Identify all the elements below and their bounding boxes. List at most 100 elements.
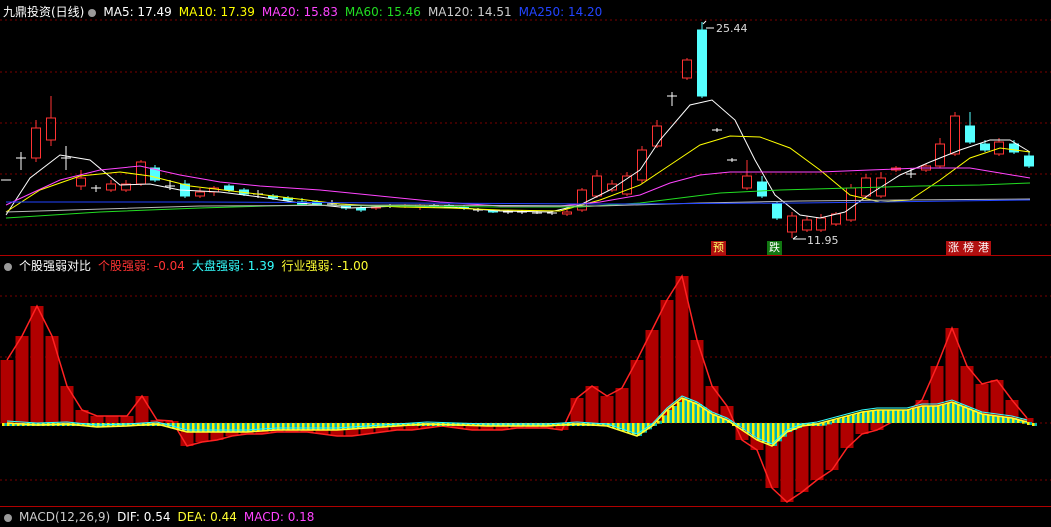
- market-strength-stripe: [884, 410, 887, 423]
- industry-strength-stripe: [997, 416, 1000, 423]
- industry-strength-stripe: [947, 403, 950, 423]
- market-strength-stripe: [879, 410, 882, 423]
- industry-strength-stripe: [227, 423, 230, 432]
- settings-dot-icon[interactable]: [88, 9, 97, 17]
- high-marker-arrow: [702, 20, 707, 25]
- market-strength-stripe: [329, 423, 332, 430]
- industry-strength-stripe: [912, 408, 915, 423]
- industry-strength-stripe: [892, 410, 895, 423]
- candle-body: [224, 185, 234, 191]
- market-strength-stripe: [674, 406, 677, 423]
- strength-legend: 个股强弱: -0.04 大盘强弱: 1.39 行业强弱: -1.00: [98, 259, 375, 273]
- industry-strength-stripe: [897, 410, 900, 423]
- market-strength-stripe: [299, 423, 302, 430]
- market-strength-stripe: [944, 404, 947, 423]
- market-strength-stripe: [194, 423, 197, 432]
- ma-legend-item-5: MA250: 14.20: [518, 5, 603, 19]
- industry-strength-stripe: [237, 423, 240, 432]
- market-strength-stripe: [244, 423, 247, 432]
- industry-strength-stripe: [247, 423, 250, 432]
- candle-body: [757, 181, 767, 197]
- industry-strength-stripe: [272, 423, 275, 431]
- candle-body: [772, 203, 782, 219]
- strength-bar: [570, 398, 584, 423]
- industry-strength-stripe: [962, 406, 965, 423]
- ma-legend-item-3: MA60: 15.46: [344, 5, 421, 19]
- market-strength-stripe: [189, 423, 192, 432]
- industry-strength-stripe: [697, 404, 700, 423]
- market-strength-stripe: [934, 406, 937, 423]
- market-strength-stripe: [319, 423, 322, 430]
- settings-dot-icon[interactable]: [4, 514, 12, 522]
- industry-strength-stripe: [967, 408, 970, 423]
- industry-strength-stripe: [307, 423, 310, 430]
- high-price-label: 25.44: [716, 22, 748, 35]
- strength-legend-item-0: 个股强弱: -0.04: [98, 259, 185, 273]
- industry-strength-stripe: [667, 410, 670, 423]
- market-strength-stripe: [199, 423, 202, 432]
- strength-bar: [30, 306, 44, 423]
- market-strength-stripe: [854, 414, 857, 423]
- market-strength-stripe: [219, 423, 222, 432]
- market-strength-stripe: [829, 421, 832, 425]
- strength-bar: [810, 423, 824, 480]
- market-strength-stripe: [289, 423, 292, 430]
- industry-strength-stripe: [347, 423, 350, 430]
- candle-body: [682, 59, 692, 79]
- industry-strength-stripe: [957, 404, 960, 423]
- strength-panel-header: 个股强弱对比 个股强弱: -0.04 大盘强弱: 1.39 行业强弱: -1.00: [0, 256, 382, 276]
- industry-strength-stripe: [252, 423, 255, 432]
- macd-legend: DIF: 0.54 DEA: 0.44 MACD: 0.18: [117, 510, 321, 524]
- candle-body: [76, 177, 86, 187]
- market-strength-stripe: [824, 422, 827, 426]
- industry-strength-stripe: [937, 406, 940, 423]
- industry-strength-stripe: [922, 406, 925, 423]
- industry-strength-stripe: [282, 423, 285, 430]
- industry-strength-stripe: [907, 410, 910, 423]
- industry-strength-stripe: [767, 423, 770, 444]
- strength-bar: [120, 416, 134, 423]
- industry-strength-stripe: [332, 423, 335, 430]
- stock-strength-line: [6, 274, 1028, 503]
- candle-body: [106, 183, 116, 191]
- market-strength-stripe: [924, 406, 927, 423]
- candle-body: [980, 143, 990, 151]
- market-strength-stripe: [929, 406, 932, 423]
- settings-dot-icon[interactable]: [4, 263, 12, 271]
- market-strength-stripe: [694, 402, 697, 423]
- industry-strength-stripe: [662, 415, 665, 423]
- industry-strength-stripe: [677, 402, 680, 423]
- market-strength-stripe: [1034, 423, 1037, 426]
- strength-bar: [105, 416, 119, 423]
- candle-body: [831, 213, 841, 225]
- market-strength-stripe: [204, 423, 207, 432]
- signal-tag-0: 预: [711, 241, 726, 255]
- industry-strength-stripe: [312, 423, 315, 430]
- industry-strength-stripe: [232, 423, 235, 432]
- strength-bar: [135, 396, 149, 423]
- market-strength-stripe: [234, 423, 237, 432]
- industry-strength-stripe: [757, 423, 760, 440]
- market-strength-stripe: [224, 423, 227, 432]
- market-strength-stripe: [669, 410, 672, 423]
- industry-strength-stripe: [317, 423, 320, 430]
- industry-strength-stripe: [207, 423, 210, 432]
- industry-strength-stripe: [857, 413, 860, 423]
- market-strength-stripe: [844, 417, 847, 423]
- chart-window[interactable]: 25.44 11.95 九鼎投资(日线) MA5: 17.49 MA10: 17.39…: [0, 0, 1051, 524]
- industry-strength-stripe: [987, 414, 990, 423]
- industry-strength-stripe: [342, 423, 345, 430]
- candle-body: [31, 127, 41, 159]
- market-strength-stripe: [889, 410, 892, 423]
- strength-bar: [15, 336, 29, 423]
- candle-body: [965, 125, 975, 143]
- macd-panel-header: MACD(12,26,9) DIF: 0.54 DEA: 0.44 MACD: 0.1…: [0, 507, 328, 527]
- industry-strength-stripe: [867, 411, 870, 423]
- market-strength-stripe: [764, 423, 767, 442]
- industry-strength-stripe: [682, 398, 685, 423]
- candle-body: [742, 175, 752, 189]
- market-strength-stripe: [744, 423, 747, 430]
- industry-strength-stripe: [172, 423, 175, 428]
- industry-strength-stripe: [687, 400, 690, 423]
- candle-body: [637, 149, 647, 181]
